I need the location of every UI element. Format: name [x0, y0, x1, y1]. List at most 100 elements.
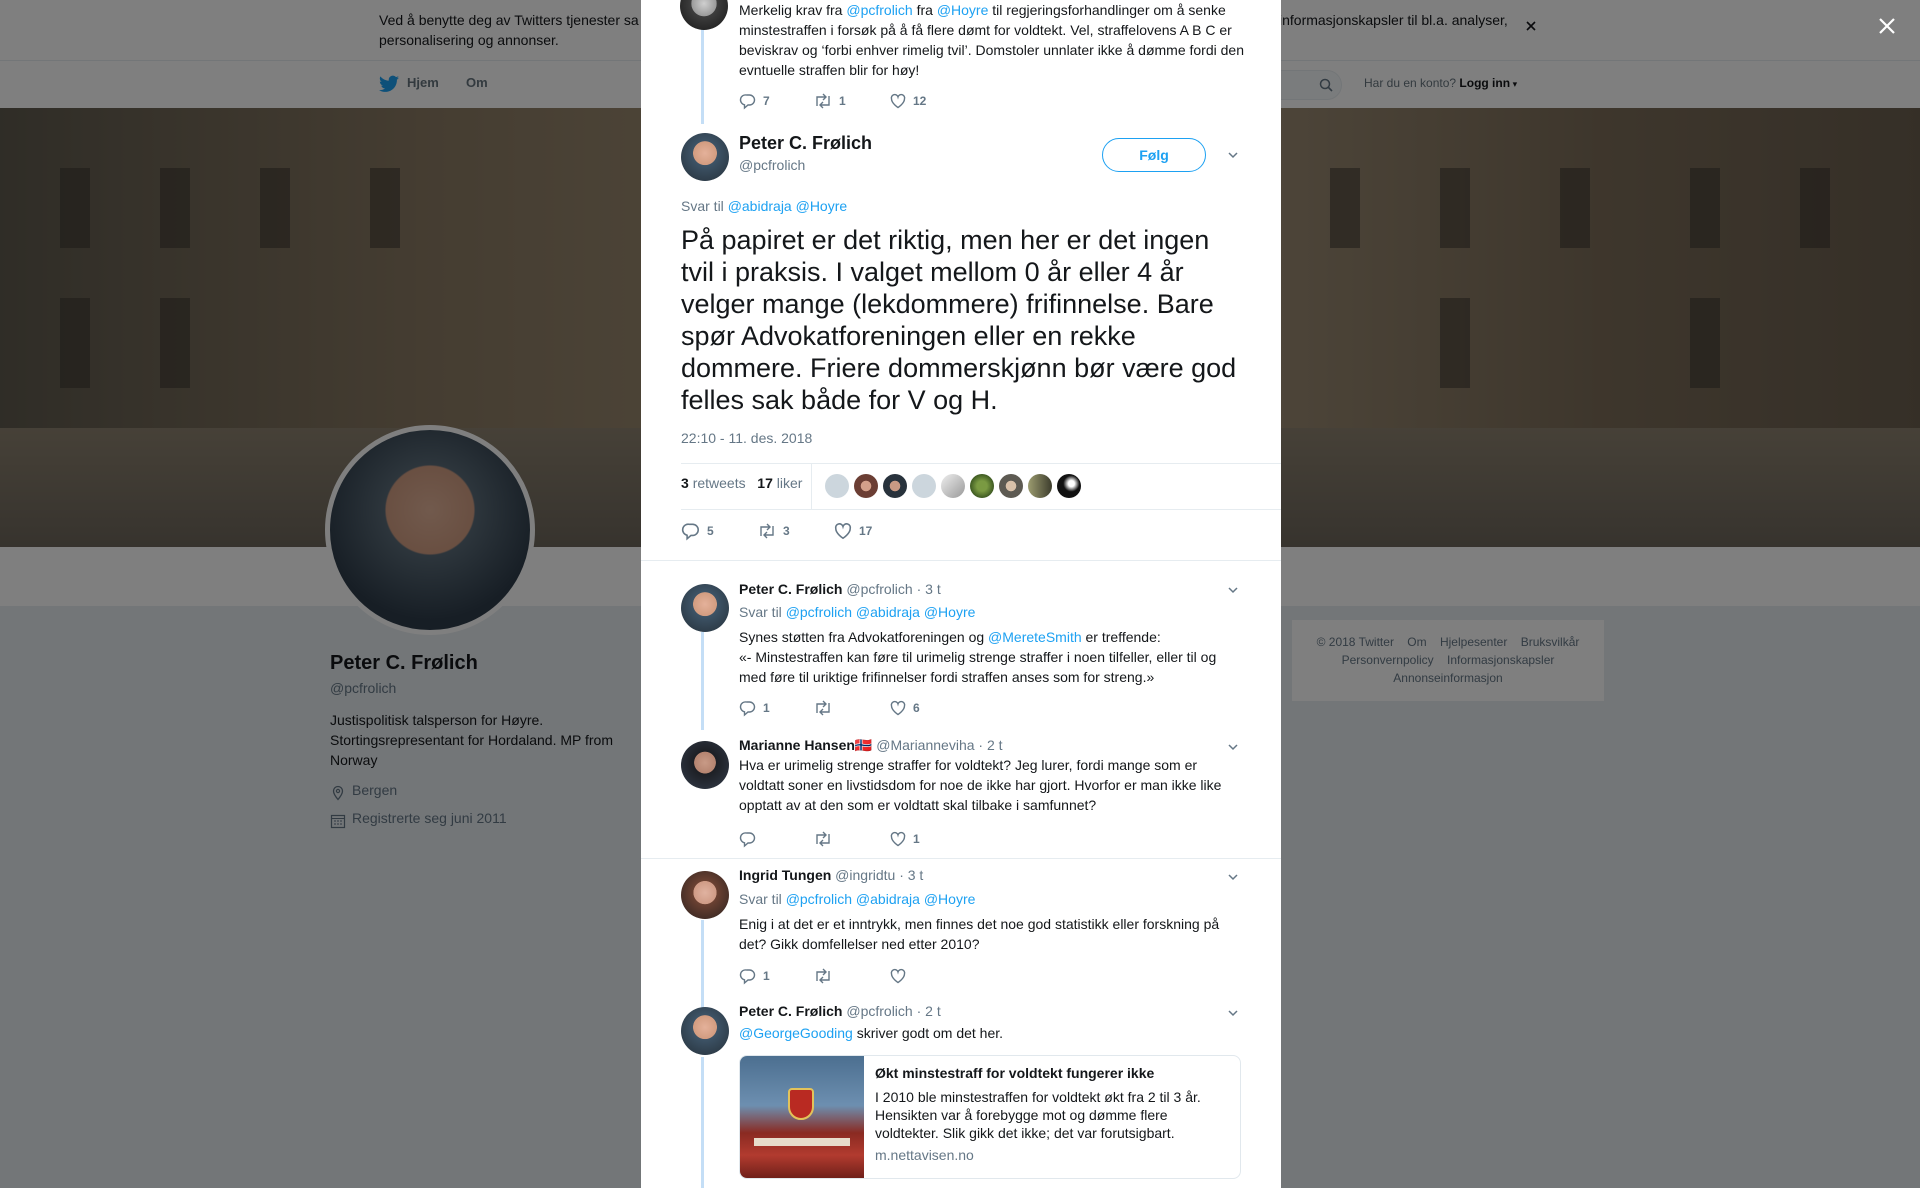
reply-context: Svar til @abidraja @Hoyre: [681, 198, 848, 214]
mention-link[interactable]: @pcfrolich: [846, 2, 912, 18]
reply-icon: [739, 94, 756, 110]
like-button[interactable]: 12: [889, 92, 927, 110]
reply-icon: [739, 701, 756, 717]
tweet-modal: Merkelig krav fra @pcfrolich fra @Hoyre …: [641, 0, 1281, 1188]
retweet-icon: [816, 831, 830, 847]
tweet-text: På papiret er det riktig, men her er det…: [681, 225, 1237, 415]
avatar[interactable]: [681, 741, 729, 789]
avatar[interactable]: [681, 133, 729, 181]
reply-button[interactable]: 5: [681, 521, 721, 541]
reply-time[interactable]: · 3 t: [899, 867, 923, 883]
retweet-button[interactable]: 1: [813, 92, 853, 110]
link-card-description: I 2010 ble minstestraffen for voldtekt ø…: [875, 1089, 1201, 1141]
chevron-down-icon[interactable]: [1226, 870, 1240, 884]
reply-header: Marianne Hansen🇳🇴 @Marianneviha · 2 t: [739, 737, 1003, 754]
tweet-stats: 3 retweets 17 liker: [681, 475, 803, 491]
avatar[interactable]: [912, 474, 936, 498]
link-card[interactable]: Økt minstestraff for voldtekt fungerer i…: [739, 1055, 1241, 1179]
author-name[interactable]: Peter C. Frølich: [739, 1003, 842, 1019]
avatar[interactable]: [681, 1007, 729, 1055]
tweet-timestamp[interactable]: 22:10 - 11. des. 2018: [681, 430, 812, 446]
parent-tweet-text: Merkelig krav fra @pcfrolich fra @Hoyre …: [739, 2, 1244, 78]
reply-header: Ingrid Tungen @ingridtu · 3 t: [739, 867, 923, 883]
tweet-actions: 5 3 17: [681, 521, 909, 541]
mention-link[interactable]: @GeorgeGooding: [739, 1025, 853, 1041]
mention-link[interactable]: @MereteSmith: [988, 629, 1082, 645]
chevron-down-icon[interactable]: [1226, 583, 1240, 597]
thread-line: [701, 632, 704, 730]
heart-icon: [890, 700, 906, 716]
reply-icon: [739, 969, 756, 985]
heart-icon: [890, 831, 906, 847]
author-handle[interactable]: @ingridtu: [835, 867, 895, 883]
retweet-button[interactable]: 3: [757, 522, 797, 540]
reply-button[interactable]: 1: [739, 699, 777, 717]
retweets-count[interactable]: 3: [681, 475, 689, 491]
avatar[interactable]: [1028, 474, 1052, 498]
avatar[interactable]: [681, 584, 729, 632]
mention-link[interactable]: @pcfrolich @abidraja @Hoyre: [786, 891, 976, 907]
like-button[interactable]: 1: [889, 830, 927, 848]
mention-link[interactable]: @pcfrolich @abidraja @Hoyre: [786, 604, 976, 620]
link-card-domain: m.nettavisen.no: [875, 1147, 974, 1163]
likes-count[interactable]: 17: [757, 475, 773, 491]
follow-button[interactable]: Følg: [1102, 138, 1206, 172]
chevron-down-icon[interactable]: [1226, 148, 1240, 162]
reply-text: Synes støtten fra Advokatforeningen og @…: [739, 629, 1217, 685]
likers-avatars: [825, 474, 1086, 498]
reply-text: Hva er urimelig strenge straffer for vol…: [739, 757, 1222, 813]
parent-tweet-actions: 7 1 12: [739, 92, 963, 110]
heart-icon: [890, 93, 906, 109]
reply-header: Peter C. Frølich @pcfrolich · 2 t: [739, 1003, 941, 1019]
retweet-button[interactable]: [813, 699, 853, 717]
reply-time[interactable]: · 2 t: [917, 1003, 941, 1019]
author-name[interactable]: Peter C. Frølich: [739, 581, 842, 597]
reply-context: Svar til @pcfrolich @abidraja @Hoyre: [739, 891, 976, 907]
thread-line: [701, 1057, 704, 1188]
avatar[interactable]: [999, 474, 1023, 498]
avatar[interactable]: [970, 474, 994, 498]
mention-link[interactable]: @abidraja @Hoyre: [728, 198, 847, 214]
retweet-button[interactable]: [813, 830, 853, 848]
retweet-icon: [816, 968, 830, 984]
heart-icon: [890, 968, 906, 984]
like-button[interactable]: [889, 967, 927, 985]
reply-actions: 1 6: [739, 699, 963, 717]
retweet-icon: [816, 93, 830, 109]
author-handle[interactable]: @Marianneviha: [876, 737, 974, 753]
like-button[interactable]: 17: [833, 521, 873, 541]
link-card-title: Økt minstestraff for voldtekt fungerer i…: [875, 1065, 1155, 1081]
reply-header: Peter C. Frølich @pcfrolich · 3 t: [739, 581, 941, 597]
reply-text: @GeorgeGooding skriver godt om det her.: [739, 1025, 1004, 1041]
avatar[interactable]: [681, 871, 729, 919]
author-handle[interactable]: @pcfrolich: [846, 1003, 912, 1019]
author-handle[interactable]: @pcfrolich: [846, 581, 912, 597]
reply-button[interactable]: 1: [739, 967, 777, 985]
avatar[interactable]: [680, 0, 728, 30]
avatar[interactable]: [883, 474, 907, 498]
reply-text: Enig i at det er et inntrykk, men finnes…: [739, 916, 1220, 952]
avatar[interactable]: [854, 474, 878, 498]
close-modal-icon[interactable]: [1873, 12, 1901, 40]
mention-link[interactable]: @Hoyre: [937, 2, 989, 18]
reply-icon: [681, 523, 699, 541]
reply-actions: 1: [739, 830, 963, 848]
heart-icon: [834, 523, 852, 540]
like-button[interactable]: 6: [889, 699, 927, 717]
avatar[interactable]: [1057, 474, 1081, 498]
author-name[interactable]: Marianne Hansen🇳🇴: [739, 737, 872, 753]
retweet-button[interactable]: [813, 967, 853, 985]
avatar[interactable]: [825, 474, 849, 498]
reply-time[interactable]: · 2 t: [978, 737, 1002, 753]
chevron-down-icon[interactable]: [1226, 1006, 1240, 1020]
avatar[interactable]: [941, 474, 965, 498]
reply-button[interactable]: [739, 830, 777, 848]
author-name[interactable]: Peter C. Frølich: [739, 133, 872, 154]
author-handle[interactable]: @pcfrolich: [739, 157, 805, 173]
author-name[interactable]: Ingrid Tungen: [739, 867, 831, 883]
chevron-down-icon[interactable]: [1226, 740, 1240, 754]
reply-time[interactable]: · 3 t: [917, 581, 941, 597]
reply-button[interactable]: 7: [739, 92, 777, 110]
reply-icon: [739, 832, 756, 848]
retweet-icon: [760, 523, 774, 539]
